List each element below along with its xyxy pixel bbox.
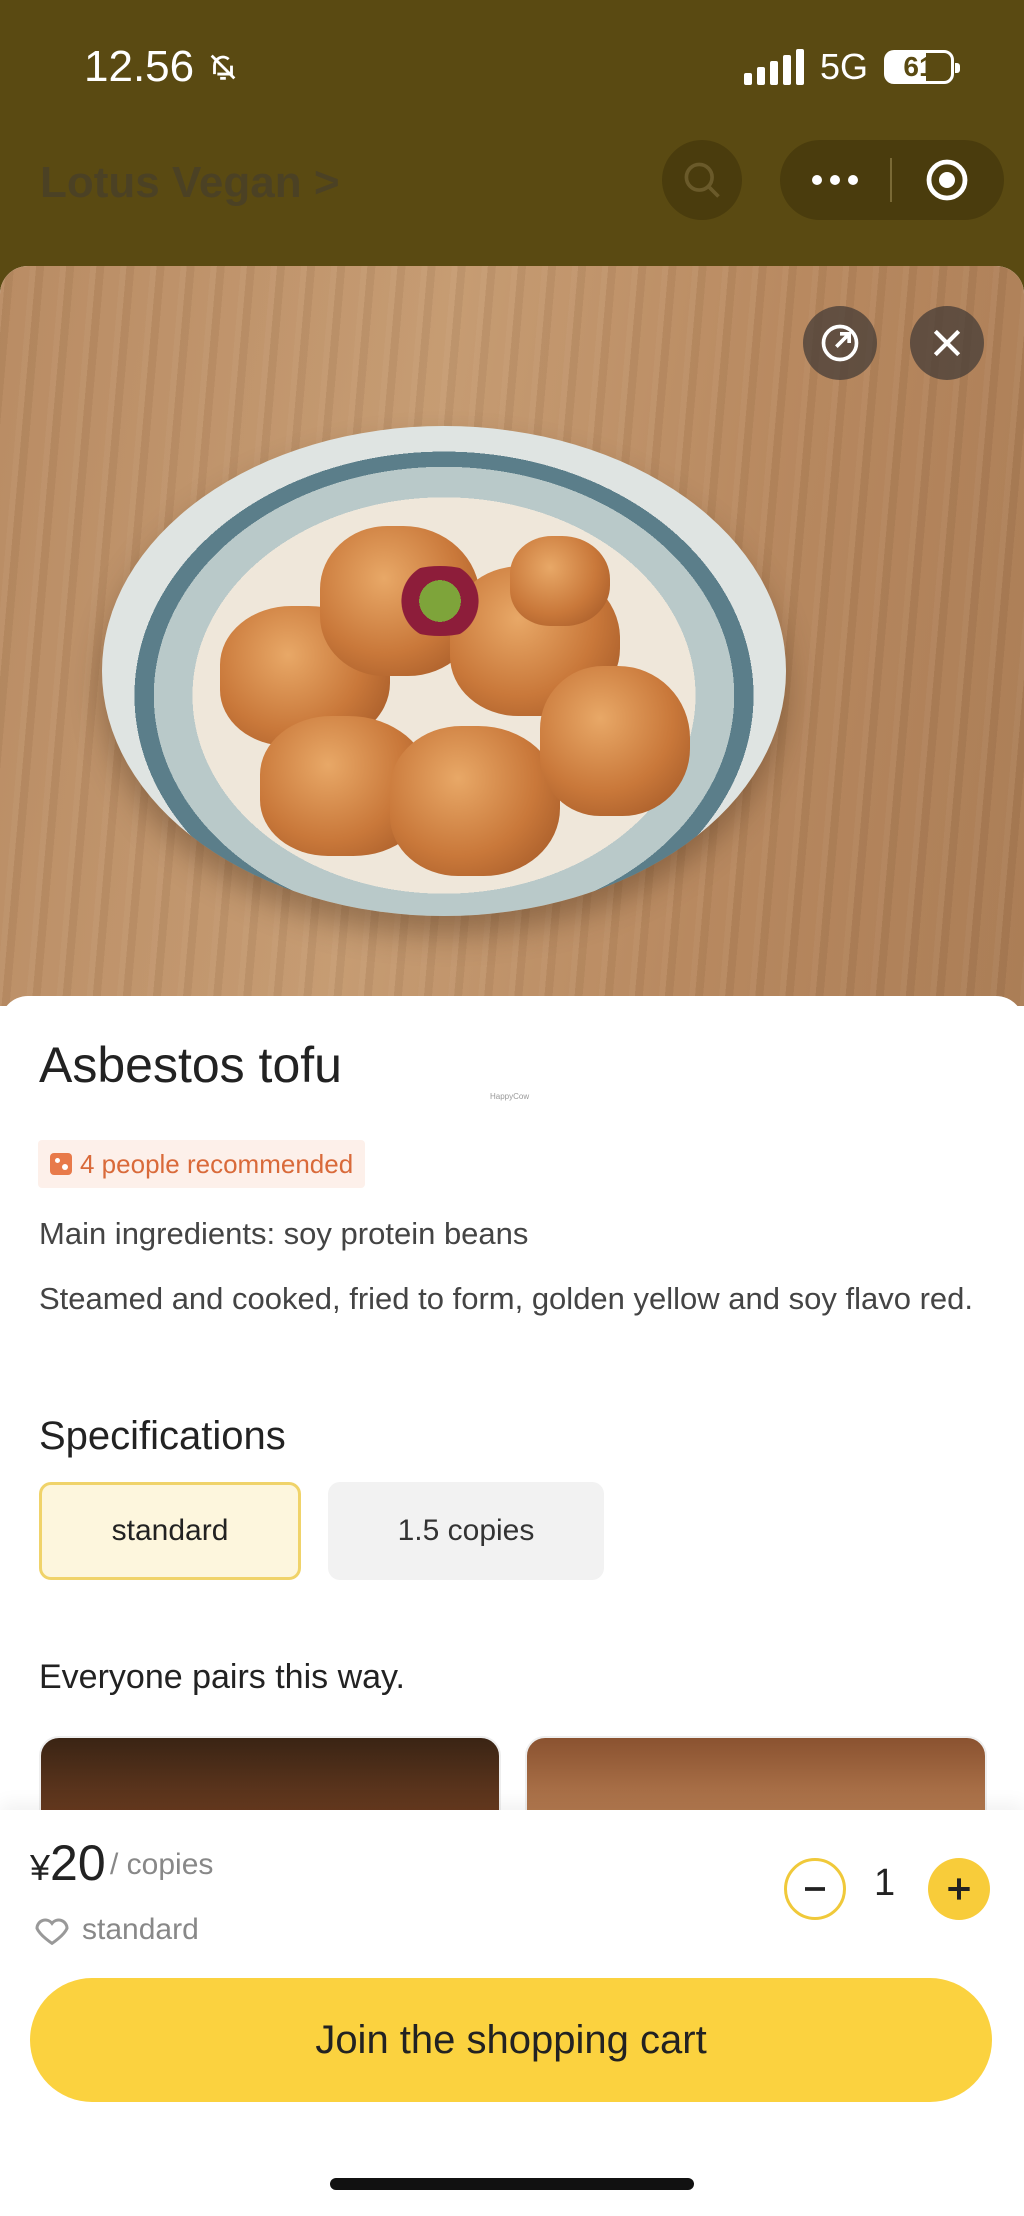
share-button[interactable] (803, 306, 877, 380)
status-time: 12.56 (84, 42, 240, 92)
price-unit: / copies (110, 1848, 214, 1881)
network-label: 5G (819, 46, 868, 87)
mini-program-capsule (780, 140, 1004, 220)
search-icon (684, 162, 720, 198)
currency-symbol: ¥ (30, 1847, 51, 1888)
pair-card[interactable] (39, 1736, 501, 1820)
plus-icon (948, 1878, 970, 1900)
share-icon (821, 324, 859, 362)
pair-card[interactable] (525, 1736, 987, 1820)
signal-icon (743, 49, 804, 85)
purchase-bar: ¥20 / copies standard 1 Join the shoppin… (0, 1810, 1024, 2216)
time-label: 12.56 (84, 42, 195, 91)
selected-spec-label: standard (82, 1913, 199, 1946)
watermark: HappyCow (490, 1092, 530, 1101)
more-icon[interactable] (780, 175, 890, 185)
close-button[interactable] (910, 306, 984, 380)
pairs-title: Everyone pairs this way. (39, 1658, 405, 1696)
bell-off-icon (210, 54, 236, 80)
spec-option-standard[interactable]: standard (39, 1482, 301, 1580)
recommend-text: 4 people recommended (80, 1148, 354, 1179)
ingredients-text: Main ingredients: soy protein beans (39, 1216, 529, 1251)
spec-option-1-5-copies[interactable]: 1.5 copies (328, 1482, 604, 1580)
price-value: 20 (50, 1835, 106, 1891)
description-text: Steamed and cooked, fried to form, golde… (39, 1281, 973, 1316)
quantity-decrease-button[interactable] (784, 1858, 846, 1920)
quantity-value: 1 (874, 1862, 896, 1904)
battery-label: 61 (903, 51, 935, 82)
target-icon[interactable] (892, 156, 1002, 204)
header: Lotus Vegan > (0, 140, 1024, 270)
search-button[interactable] (662, 140, 742, 220)
store-title[interactable]: Lotus Vegan > (40, 158, 340, 208)
price: ¥20 (30, 1834, 106, 1892)
dish-photo (0, 266, 1024, 1006)
selected-spec: standard (32, 1910, 199, 1950)
status-right: 5G 61 (743, 46, 960, 88)
quantity-increase-button[interactable] (928, 1858, 990, 1920)
specifications-title: Specifications (39, 1414, 286, 1458)
dish-name: Asbestos tofu (39, 1037, 342, 1093)
recommend-badge: 4 people recommended (38, 1140, 366, 1188)
battery-icon: 61 (884, 50, 960, 84)
home-indicator (330, 2178, 694, 2190)
heart-icon[interactable] (32, 1910, 72, 1950)
add-to-cart-button[interactable]: Join the shopping cart (30, 1978, 992, 2102)
recommend-icon (50, 1153, 72, 1175)
minus-icon (805, 1887, 825, 1891)
close-icon (933, 329, 961, 357)
status-bar: 12.56 5G 61 (0, 0, 1024, 140)
